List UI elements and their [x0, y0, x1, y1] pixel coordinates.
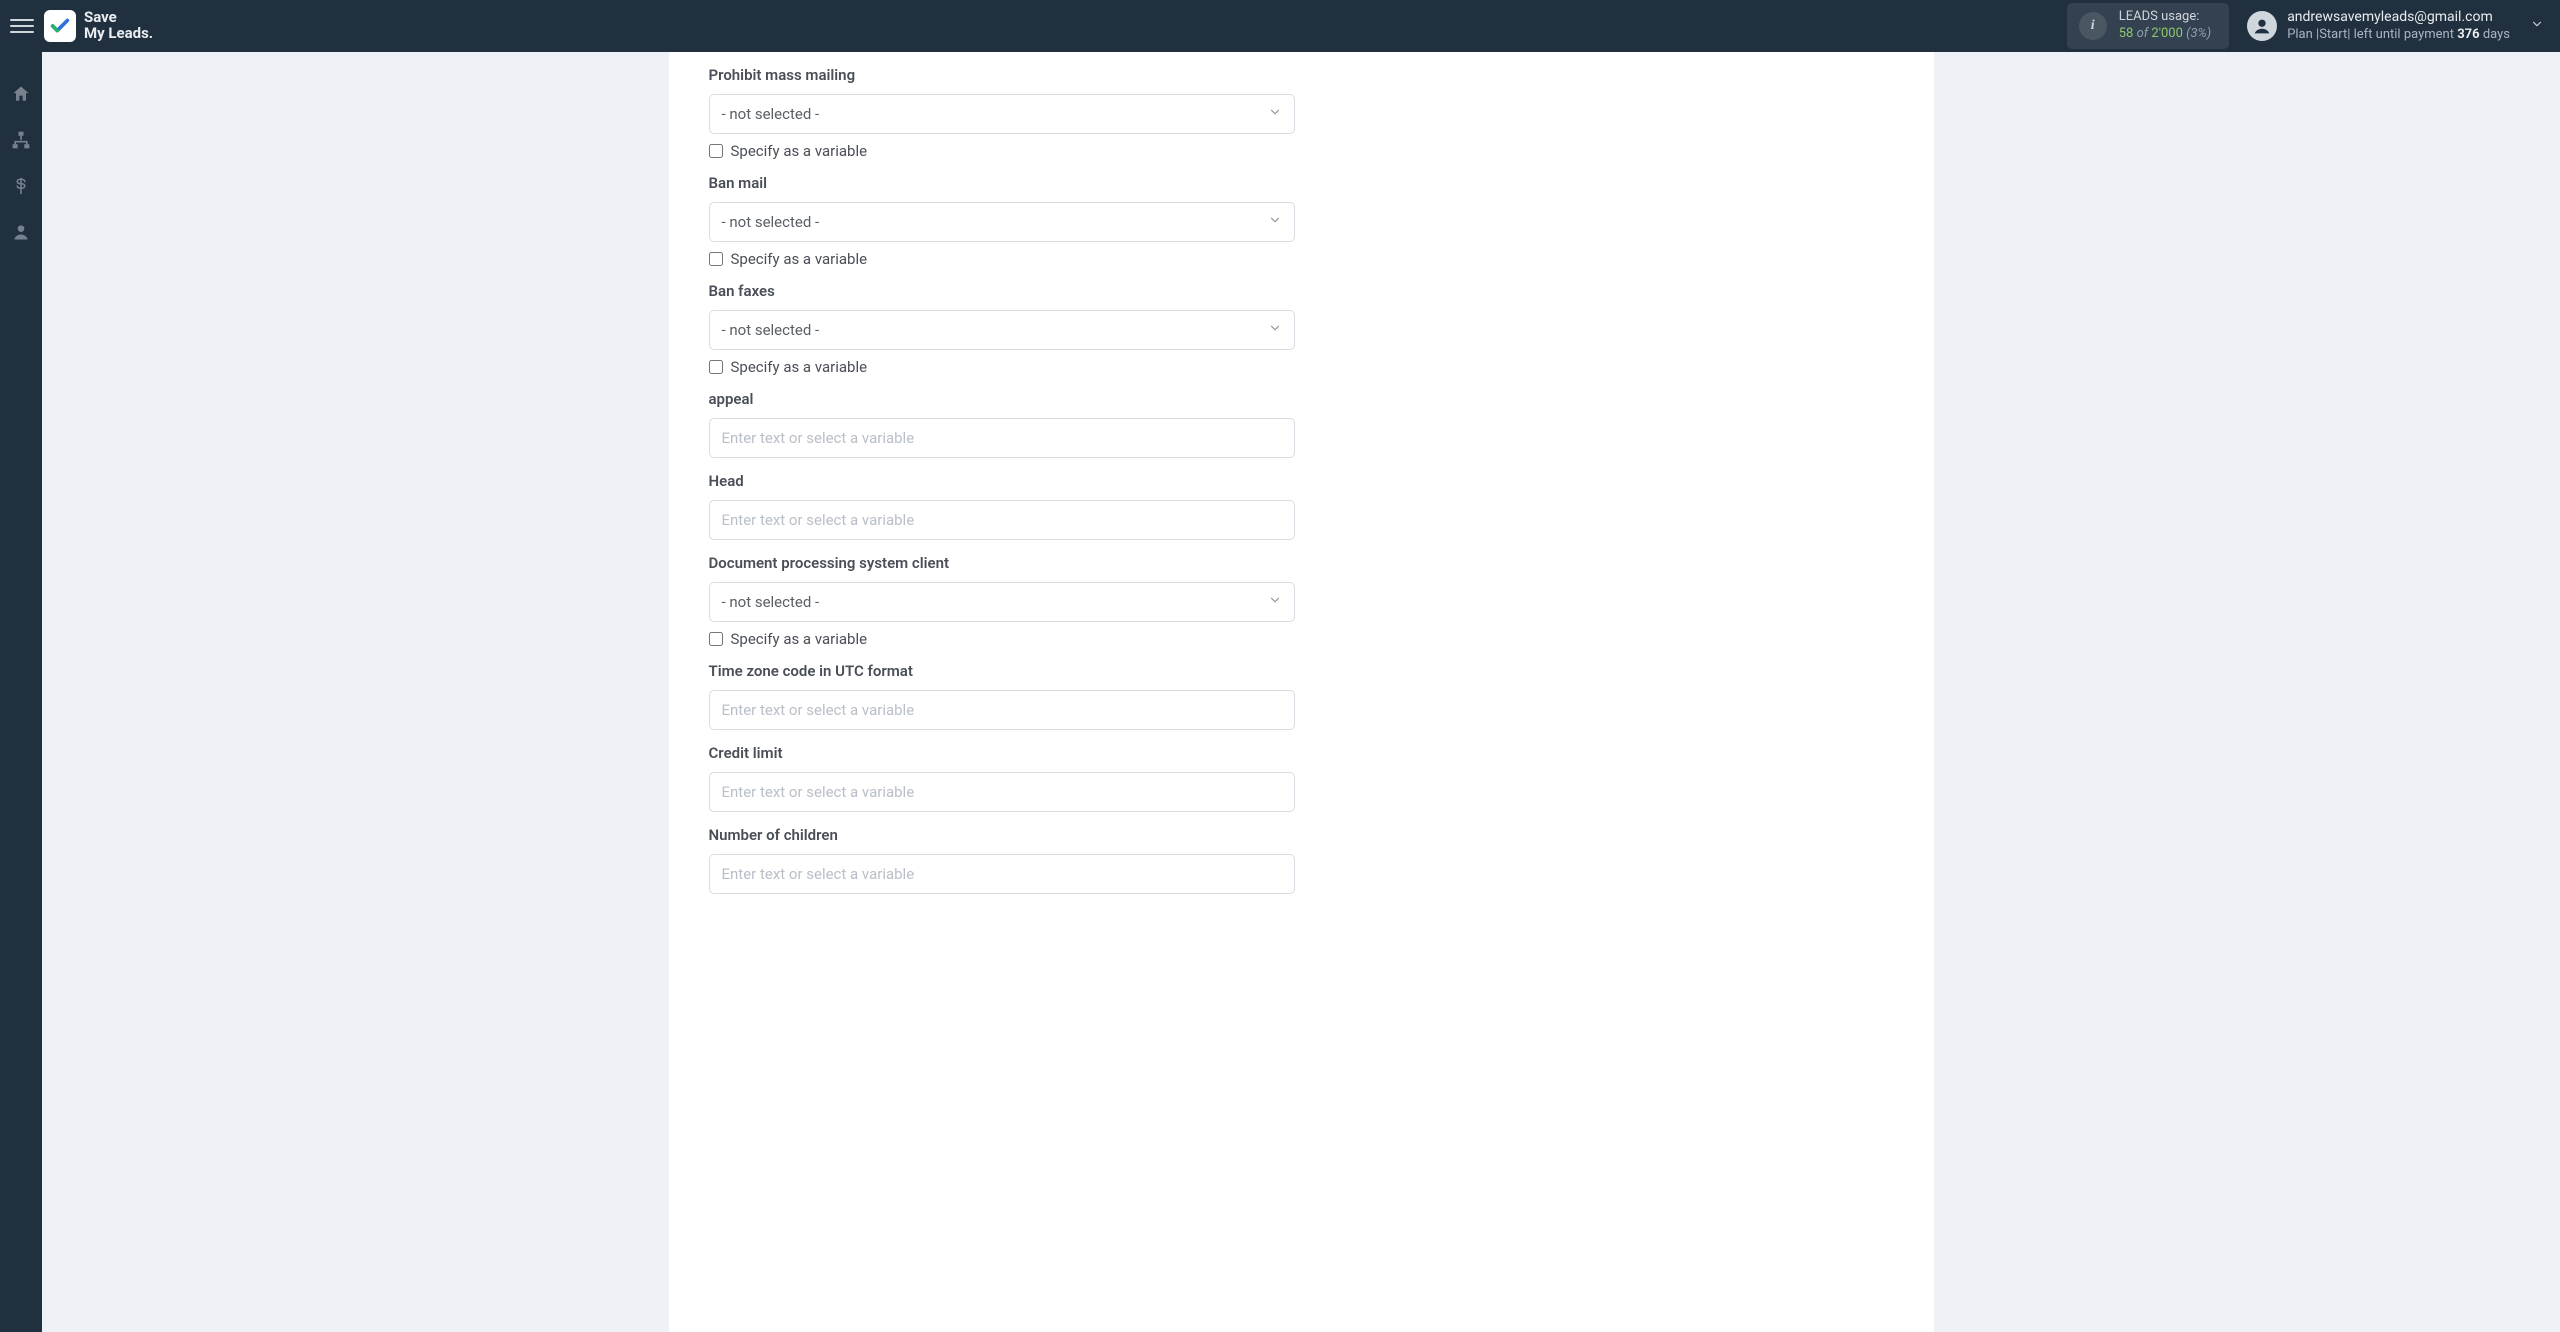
chevron-down-icon [1268, 593, 1282, 611]
avatar-icon [2247, 11, 2277, 41]
field-timezone-utc: Time zone code in UTC format [709, 662, 1295, 730]
page: Prohibit mass mailing - not selected - S… [42, 52, 2560, 1332]
field-label: Document processing system client [709, 554, 1295, 572]
app-header: Save My Leads. i LEADS usage: 58 of 2'00… [0, 0, 2560, 52]
specify-variable-row[interactable]: Specify as a variable [709, 358, 1295, 376]
specify-variable-label: Specify as a variable [731, 250, 868, 268]
specify-variable-label: Specify as a variable [731, 142, 868, 160]
specify-variable-row[interactable]: Specify as a variable [709, 142, 1295, 160]
select-value: - not selected - [722, 321, 820, 339]
input-number-of-children-text[interactable] [722, 855, 1282, 893]
specify-variable-checkbox[interactable] [709, 360, 723, 374]
dollar-icon[interactable] [9, 174, 33, 198]
field-doc-processing-client: Document processing system client - not … [709, 554, 1295, 648]
menu-icon[interactable] [10, 14, 34, 38]
logo[interactable]: Save My Leads. [44, 10, 153, 42]
chevron-down-icon [1268, 105, 1282, 123]
field-label: Credit limit [709, 744, 1295, 762]
usage-pct: (3%) [2186, 26, 2211, 41]
user-plan: Plan |Start| left until payment 376 days [2287, 27, 2510, 43]
field-label: Ban mail [709, 174, 1295, 192]
field-label: Head [709, 472, 1295, 490]
input-number-of-children[interactable] [709, 854, 1295, 894]
logo-mark-icon [44, 10, 76, 42]
input-credit-limit-text[interactable] [722, 773, 1282, 811]
user-chevron-down-icon[interactable] [2524, 11, 2550, 41]
field-label: Ban faxes [709, 282, 1295, 300]
input-head[interactable] [709, 500, 1295, 540]
specify-variable-checkbox[interactable] [709, 632, 723, 646]
specify-variable-label: Specify as a variable [731, 630, 868, 648]
specify-variable-row[interactable]: Specify as a variable [709, 250, 1295, 268]
input-head-text[interactable] [722, 501, 1282, 539]
field-appeal: appeal [709, 390, 1295, 458]
field-label: Number of children [709, 826, 1295, 844]
plan-prefix: Plan |Start| left until payment [2287, 27, 2457, 42]
profile-icon[interactable] [9, 220, 33, 244]
input-appeal-text[interactable] [722, 419, 1282, 457]
form-column: Prohibit mass mailing - not selected - S… [709, 66, 1295, 894]
chevron-down-icon [1268, 321, 1282, 339]
plan-days: 376 [2457, 27, 2479, 42]
leads-usage-pill: i LEADS usage: 58 of 2'000 (3%) [2067, 3, 2229, 49]
specify-variable-row[interactable]: Specify as a variable [709, 630, 1295, 648]
input-appeal[interactable] [709, 418, 1295, 458]
specify-variable-checkbox[interactable] [709, 144, 723, 158]
usage-text: LEADS usage: 58 of 2'000 (3%) [2119, 9, 2211, 43]
select-ban-faxes[interactable]: - not selected - [709, 310, 1295, 350]
field-label: Prohibit mass mailing [709, 66, 1295, 84]
input-credit-limit[interactable] [709, 772, 1295, 812]
select-value: - not selected - [722, 593, 820, 611]
chevron-down-icon [1268, 213, 1282, 231]
field-ban-mail: Ban mail - not selected - Specify as a v… [709, 174, 1295, 268]
usage-total: 2'000 [2151, 26, 2183, 41]
select-doc-processing-client[interactable]: - not selected - [709, 582, 1295, 622]
select-prohibit-mass-mailing[interactable]: - not selected - [709, 94, 1295, 134]
plan-suffix: days [2480, 27, 2510, 42]
user-chip[interactable]: andrewsavemyleads@gmail.com Plan |Start|… [2247, 9, 2510, 43]
sidebar [0, 52, 42, 1332]
field-label: appeal [709, 390, 1295, 408]
user-email: andrewsavemyleads@gmail.com [2287, 9, 2510, 27]
usage-of: of [2137, 26, 2149, 41]
select-value: - not selected - [722, 213, 820, 231]
usage-label: LEADS usage: [2119, 9, 2211, 26]
field-prohibit-mass-mailing: Prohibit mass mailing - not selected - S… [709, 66, 1295, 160]
field-label: Time zone code in UTC format [709, 662, 1295, 680]
input-timezone-utc-text[interactable] [722, 691, 1282, 729]
logo-text: Save My Leads. [84, 10, 153, 42]
usage-used: 58 [2119, 26, 2134, 41]
field-credit-limit: Credit limit [709, 744, 1295, 812]
specify-variable-checkbox[interactable] [709, 252, 723, 266]
usage-values: 58 of 2'000 (3%) [2119, 26, 2211, 43]
home-icon[interactable] [9, 82, 33, 106]
specify-variable-label: Specify as a variable [731, 358, 868, 376]
sitemap-icon[interactable] [9, 128, 33, 152]
select-ban-mail[interactable]: - not selected - [709, 202, 1295, 242]
form-card: Prohibit mass mailing - not selected - S… [669, 52, 1934, 1332]
info-icon: i [2079, 12, 2107, 40]
logo-line2: My Leads. [84, 26, 153, 42]
field-number-of-children: Number of children [709, 826, 1295, 894]
input-timezone-utc[interactable] [709, 690, 1295, 730]
field-head: Head [709, 472, 1295, 540]
user-text: andrewsavemyleads@gmail.com Plan |Start|… [2287, 9, 2510, 43]
field-ban-faxes: Ban faxes - not selected - Specify as a … [709, 282, 1295, 376]
select-value: - not selected - [722, 105, 820, 123]
